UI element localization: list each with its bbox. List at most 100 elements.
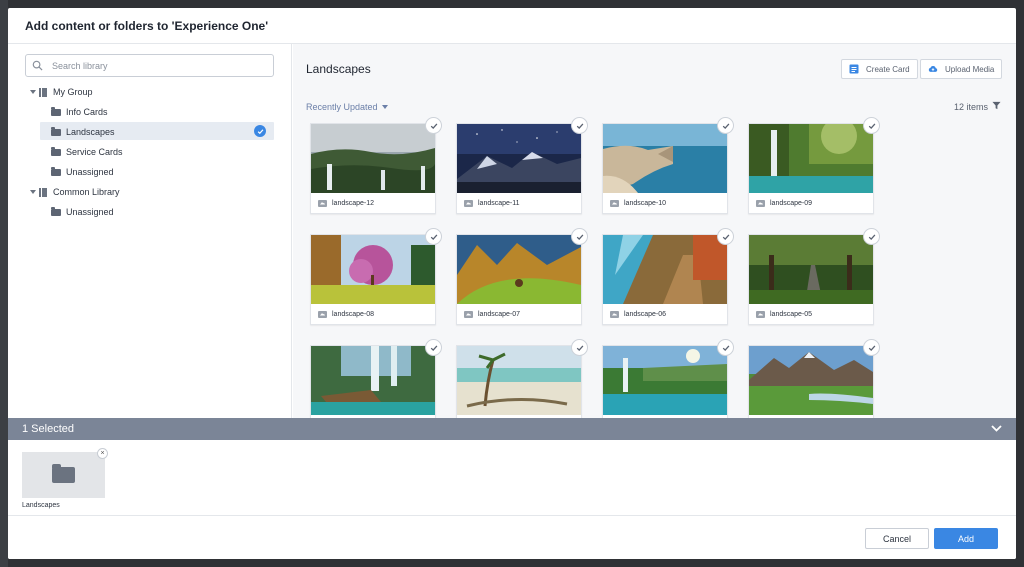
media-card[interactable]: landscape-12 [310, 117, 442, 214]
media-card[interactable]: landscape-11 [456, 117, 588, 214]
thumbnail-image [311, 124, 435, 193]
card-footer: landscape-05 [749, 304, 873, 324]
folder-icon [51, 166, 61, 176]
sort-dropdown[interactable]: Recently Updated [306, 102, 388, 112]
thumbnail-image [749, 235, 873, 304]
tree-item-label: Common Library [53, 187, 120, 197]
image-icon [610, 310, 619, 318]
card-footer: landscape-10 [603, 193, 727, 213]
media-card[interactable]: landscape-05 [748, 228, 880, 325]
card-icon [849, 64, 859, 74]
check-icon[interactable] [425, 339, 442, 356]
card-label: landscape-05 [770, 310, 813, 318]
search-input[interactable] [52, 60, 252, 71]
selection-bar[interactable]: 1 Selected [8, 418, 1016, 440]
create-card-label: Create Card [866, 64, 910, 74]
chevron-down-icon[interactable] [991, 424, 1002, 433]
check-icon[interactable] [717, 117, 734, 134]
tree-item-label: Service Cards [66, 147, 123, 157]
add-content-modal: Add content or folders to 'Experience On… [8, 8, 1016, 559]
selected-item-tile[interactable] [22, 452, 105, 498]
media-card[interactable]: landscape-04 [310, 339, 442, 418]
card-footer: landscape-11 [457, 193, 581, 213]
tree-item-label: Info Cards [66, 107, 108, 117]
check-icon[interactable] [425, 228, 442, 245]
folder-icon [51, 146, 61, 156]
library-icon [39, 87, 47, 97]
selected-check-icon[interactable] [254, 125, 266, 137]
selection-count: 1 Selected [22, 423, 74, 435]
tree-item-service-cards[interactable]: Service Cards [8, 142, 292, 162]
tree-item-label: Unassigned [66, 207, 114, 217]
remove-selection-button[interactable]: × [97, 448, 108, 459]
thumbnail-image [457, 346, 581, 415]
card-label: landscape-08 [332, 310, 375, 318]
media-card[interactable]: landscape-08 [310, 228, 442, 325]
upload-media-label: Upload Media [945, 64, 995, 74]
card-footer: landscape-09 [749, 193, 873, 213]
chevron-down-icon[interactable] [30, 90, 36, 94]
content-title: Landscapes [306, 62, 371, 76]
upload-media-button[interactable]: Upload Media [920, 59, 1003, 79]
image-icon [318, 310, 327, 318]
check-icon[interactable] [863, 228, 880, 245]
card-footer: landscape-08 [311, 304, 435, 324]
check-icon[interactable] [717, 228, 734, 245]
tree-item-my-group[interactable]: My Group [8, 82, 292, 102]
selection-tray: × Landscapes [8, 440, 1016, 516]
check-icon[interactable] [571, 117, 588, 134]
check-icon[interactable] [717, 339, 734, 356]
image-icon [756, 199, 765, 207]
media-card[interactable]: landscape-06 [602, 228, 734, 325]
library-icon [39, 187, 47, 197]
tree-item-common-unassigned[interactable]: Unassigned [8, 202, 292, 222]
check-icon[interactable] [425, 117, 442, 134]
thumbnail-image [457, 124, 581, 193]
selected-item-label: Landscapes [22, 502, 60, 509]
media-card[interactable]: landscape-09 [748, 117, 880, 214]
tree-item-landscapes[interactable]: Landscapes [8, 122, 292, 142]
card-footer: landscape-12 [311, 193, 435, 213]
card-label: landscape-06 [624, 310, 667, 318]
search-box[interactable] [25, 54, 274, 77]
card-label: landscape-11 [478, 199, 520, 207]
thumbnail-image [603, 346, 727, 415]
media-card[interactable]: landscape-10 [602, 117, 734, 214]
card-footer: landscape-06 [603, 304, 727, 324]
content-panel: Landscapes Create Card Upload Media Rece… [293, 44, 1016, 418]
chevron-down-icon[interactable] [30, 190, 36, 194]
check-icon[interactable] [863, 339, 880, 356]
media-card[interactable]: landscape-01 [748, 339, 880, 418]
folder-icon [51, 206, 61, 216]
image-icon [464, 310, 473, 318]
media-card[interactable]: landscape-03 [456, 339, 588, 418]
card-label: landscape-09 [770, 199, 813, 207]
tree-item-unassigned[interactable]: Unassigned [8, 162, 292, 182]
image-icon [610, 199, 619, 207]
check-icon[interactable] [863, 117, 880, 134]
tree-item-common-library[interactable]: Common Library [8, 182, 292, 202]
add-button[interactable]: Add [934, 528, 998, 549]
tree-item-info-cards[interactable]: Info Cards [8, 102, 292, 122]
cloud-upload-icon [928, 65, 938, 72]
cancel-button[interactable]: Cancel [865, 528, 929, 549]
thumbnail-image [311, 235, 435, 304]
tree-item-label: My Group [53, 87, 93, 97]
media-card[interactable]: landscape-02 [602, 339, 734, 418]
media-card[interactable]: landscape-07 [456, 228, 588, 325]
filter-icon[interactable] [992, 101, 1001, 110]
check-icon[interactable] [571, 228, 588, 245]
thumbnail-image [749, 346, 873, 415]
check-icon[interactable] [571, 339, 588, 356]
thumbnail-image [749, 124, 873, 193]
create-card-button[interactable]: Create Card [841, 59, 918, 79]
thumbnail-image [603, 124, 727, 193]
tree-item-label: Unassigned [66, 167, 114, 177]
folder-icon [52, 464, 75, 483]
thumbnail-image [311, 346, 435, 415]
library-sidebar: My Group Info Cards Landscapes Service C… [8, 44, 292, 418]
search-icon [32, 60, 43, 71]
sort-label: Recently Updated [306, 102, 378, 112]
card-label: landscape-10 [624, 199, 667, 207]
card-footer: landscape-07 [457, 304, 581, 324]
